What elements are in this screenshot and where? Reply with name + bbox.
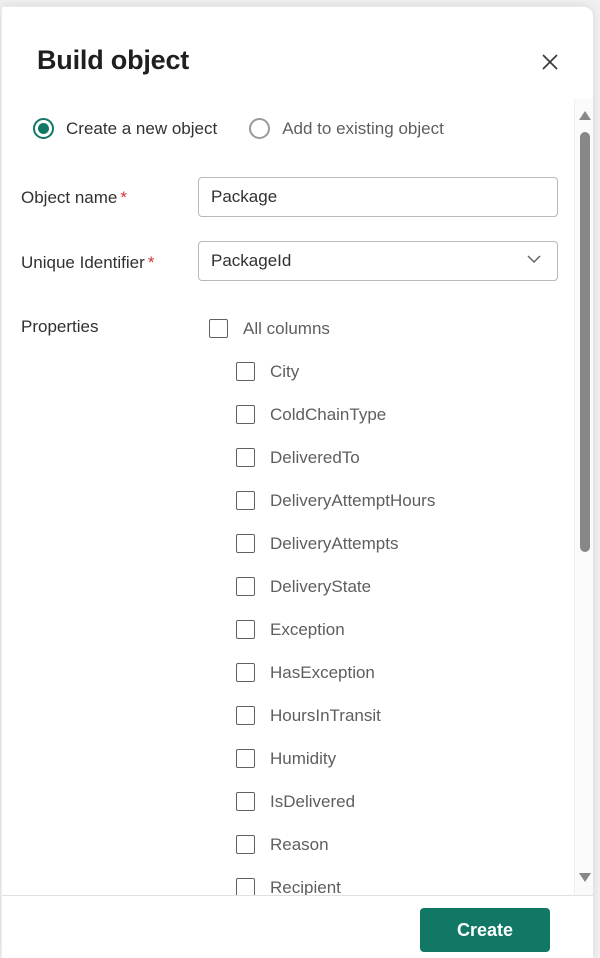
- list-item[interactable]: HoursInTransit: [236, 694, 381, 737]
- radio-mark-icon: [33, 118, 54, 139]
- checkbox-mark-icon: [236, 878, 255, 895]
- checkbox-mark-icon: [236, 749, 255, 768]
- object-name-label-text: Object name: [21, 188, 118, 207]
- list-item-label: City: [270, 361, 300, 381]
- checkbox-mark-icon: [236, 362, 255, 381]
- object-name-label: Object name *: [21, 188, 127, 208]
- list-item[interactable]: DeliveryAttempts: [236, 522, 398, 565]
- list-item[interactable]: DeliveredTo: [236, 436, 360, 479]
- list-item-label: IsDelivered: [270, 791, 356, 811]
- list-item-label: ColdChainType: [270, 404, 387, 424]
- checkbox-mark-icon: [236, 835, 255, 854]
- list-item-label: Humidity: [270, 748, 337, 768]
- chevron-down-icon: [525, 250, 543, 273]
- checkbox-mark-icon: [236, 620, 255, 639]
- list-item[interactable]: City: [236, 350, 299, 393]
- properties-scrollbar[interactable]: [574, 99, 593, 895]
- checkbox-mark-icon: [236, 405, 255, 424]
- triangle-down-icon[interactable]: [575, 867, 593, 887]
- checkbox-mark-icon: [236, 491, 255, 510]
- radio-add-to-existing-object-label: Add to existing object: [282, 118, 444, 138]
- checkbox-all-columns-label: All columns: [243, 318, 330, 338]
- build-object-dialog: Build object Create a new object Add to …: [1, 6, 593, 958]
- list-item[interactable]: HasException: [236, 651, 375, 694]
- list-item-label: HasException: [270, 662, 375, 682]
- dialog-footer: Create: [2, 895, 593, 958]
- checkbox-all-columns[interactable]: All columns: [209, 307, 330, 350]
- list-item-label: Recipient: [270, 877, 341, 896]
- object-name-input[interactable]: Package: [198, 177, 558, 217]
- list-item-label: DeliveryAttemptHours: [270, 490, 436, 510]
- list-item[interactable]: Reason: [236, 823, 329, 866]
- object-name-value: Package: [211, 187, 278, 206]
- radio-mark-icon: [249, 118, 271, 139]
- checkbox-mark-icon: [236, 577, 255, 596]
- unique-identifier-dropdown[interactable]: PackageId: [198, 241, 558, 281]
- dialog-header: Build object: [2, 7, 593, 99]
- object-mode-radio-group: Create a new object Add to existing obje…: [33, 118, 444, 139]
- page-title: Build object: [37, 45, 190, 75]
- required-marker: *: [120, 188, 128, 207]
- checkbox-mark-icon: [209, 319, 228, 338]
- list-item-label: HoursInTransit: [270, 705, 381, 725]
- close-icon[interactable]: [533, 45, 567, 79]
- radio-add-to-existing-object[interactable]: Add to existing object: [249, 118, 444, 139]
- list-item-label: DeliveredTo: [270, 447, 360, 467]
- radio-create-new-object-label: Create a new object: [66, 118, 218, 138]
- checkbox-mark-icon: [236, 534, 255, 553]
- list-item-label: Exception: [270, 619, 345, 639]
- unique-identifier-label: Unique Identifier *: [21, 253, 154, 273]
- checkbox-mark-icon: [236, 706, 255, 725]
- list-item-label: DeliveryAttempts: [270, 533, 399, 553]
- radio-create-new-object[interactable]: Create a new object: [33, 118, 217, 139]
- list-item-label: DeliveryState: [270, 576, 372, 596]
- triangle-up-icon[interactable]: [575, 105, 593, 125]
- properties-scroll-area[interactable]: All columns City ColdChainType Delivered…: [2, 307, 593, 895]
- list-item-label: Reason: [270, 834, 329, 854]
- list-item[interactable]: Exception: [236, 608, 345, 651]
- checkbox-mark-icon: [236, 663, 255, 682]
- list-item[interactable]: DeliveryAttemptHours: [236, 479, 435, 522]
- required-marker: *: [147, 253, 155, 272]
- list-item[interactable]: IsDelivered: [236, 780, 355, 823]
- list-item[interactable]: Recipient: [236, 866, 341, 895]
- checkbox-mark-icon: [236, 448, 255, 467]
- list-item[interactable]: DeliveryState: [236, 565, 371, 608]
- scrollbar-thumb[interactable]: [580, 132, 590, 552]
- list-item[interactable]: ColdChainType: [236, 393, 386, 436]
- list-item[interactable]: Humidity: [236, 737, 336, 780]
- create-button[interactable]: Create: [420, 908, 550, 952]
- unique-identifier-value: PackageId: [211, 251, 292, 270]
- unique-identifier-label-text: Unique Identifier: [21, 253, 145, 272]
- checkbox-mark-icon: [236, 792, 255, 811]
